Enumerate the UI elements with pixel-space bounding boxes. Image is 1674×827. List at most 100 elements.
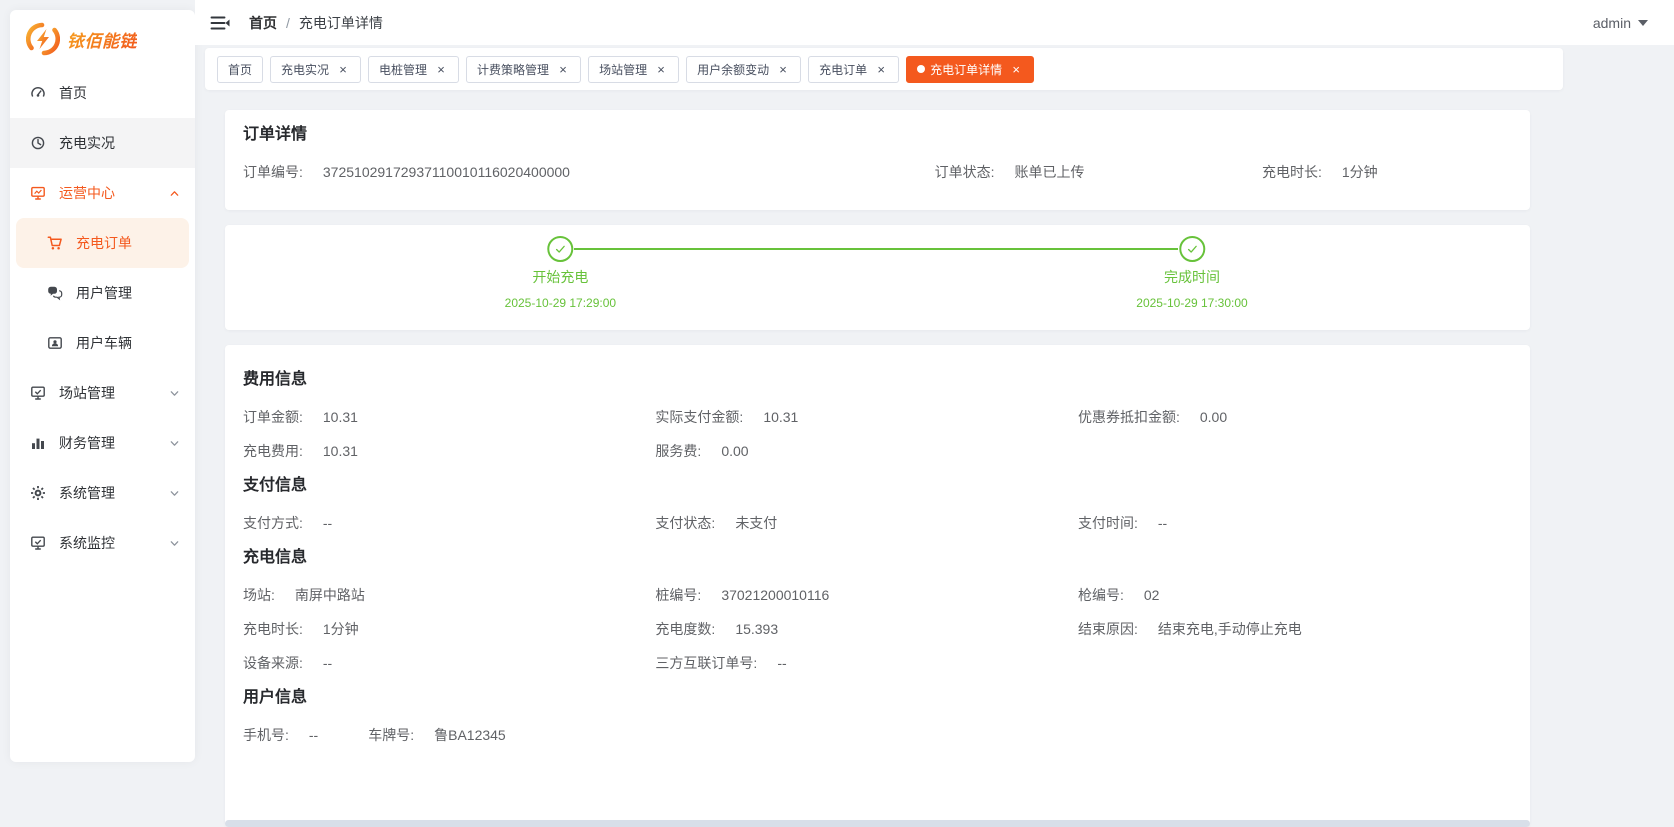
close-icon[interactable]: × — [654, 62, 668, 76]
close-icon[interactable]: × — [776, 62, 790, 76]
sidebar-item-user-management[interactable]: 用户管理 — [10, 268, 195, 318]
chevron-up-icon — [169, 188, 180, 199]
field-label: 枪编号: — [1077, 587, 1124, 603]
tab-label: 充电订单 — [819, 62, 868, 77]
monitor-check-icon — [30, 535, 46, 551]
step-time: 2025-10-29 17:30:00 — [1136, 296, 1248, 310]
order-field: 订单状态: 账单已上传 — [935, 162, 1262, 182]
field-row: 充电时长: 1分钟 充电度数: 15.393 结束原因: 结束充电,手动停止充电 — [243, 619, 1512, 640]
user-menu[interactable]: admin — [1593, 15, 1648, 31]
field-row: 支付方式: -- 支付状态: 未支付 支付时间: -- — [243, 513, 1512, 534]
tab-charging-orders[interactable]: 充电订单 × — [808, 55, 900, 83]
close-icon[interactable]: × — [874, 62, 888, 76]
field: 桩编号: 37021200010116 — [655, 585, 1078, 606]
tab-balance-changes[interactable]: 用户余额变动 × — [686, 55, 802, 83]
tab-pile-management[interactable]: 电桩管理 × — [368, 55, 460, 83]
sidebar-item-finance-management[interactable]: 财务管理 — [10, 418, 195, 468]
close-icon[interactable]: × — [556, 62, 570, 76]
tab-billing-strategy[interactable]: 计费策略管理 × — [466, 55, 582, 83]
field-label: 订单金额: — [243, 409, 303, 425]
field-value: 37251029172937110010116020400000 — [322, 164, 570, 180]
tab-station-management[interactable]: 场站管理 × — [588, 55, 680, 83]
field: 车牌号: 鲁BA12345 — [368, 725, 506, 746]
field-label: 服务费: — [655, 443, 702, 459]
tab-label: 场站管理 — [599, 62, 648, 77]
field-label: 支付状态: — [655, 515, 716, 531]
sidebar-menu: 首页充电实况运营中心 充电订单用户管理用户车辆 场站管理 财务管理系统管理系统监控 — [10, 66, 195, 568]
order-fields: 订单编号: 37251029172937110010116020400000 订单状… — [243, 162, 1512, 182]
sidebar-item-operations-center[interactable]: 运营中心 — [10, 168, 195, 218]
field-label: 三方互联订单号: — [655, 655, 758, 671]
close-icon[interactable]: × — [1009, 62, 1023, 76]
close-icon[interactable]: × — [336, 62, 350, 76]
breadcrumb: 首页 / 充电订单详情 — [249, 13, 383, 33]
field-value: 10.31 — [763, 409, 799, 425]
users-chat-icon — [47, 285, 63, 301]
timeline-card: 开始充电 2025-10-29 17:29:00 完成时间 2025-10-29 17… — [225, 225, 1530, 330]
sidebar-item-home[interactable]: 首页 — [10, 68, 195, 118]
field-label: 桩编号: — [655, 587, 702, 603]
field: 枪编号: 02 — [1078, 585, 1512, 606]
sidebar-item-charging-live[interactable]: 充电实况 — [10, 118, 195, 168]
field-label: 设备来源: — [243, 655, 303, 671]
bar-chart-icon — [30, 435, 46, 451]
live-status-icon — [30, 135, 46, 151]
detail-section-1: 支付信息 支付方式: -- 支付状态: 未支付 支付时间: -- — [243, 475, 1512, 534]
sidebar-item-charging-orders[interactable]: 充电订单 — [16, 218, 189, 268]
field-label: 场站: — [243, 587, 275, 603]
section-title: 费用信息 — [243, 371, 308, 388]
tab-label: 电桩管理 — [379, 62, 428, 77]
station-monitor-icon — [30, 385, 46, 401]
tab-home[interactable]: 首页 — [217, 55, 264, 83]
field-value: 结束充电,手动停止充电 — [1157, 621, 1302, 637]
field-value: 0.00 — [721, 443, 749, 459]
field-value: 南屏中路站 — [294, 587, 365, 603]
collapse-sidebar-icon[interactable] — [210, 15, 230, 31]
field-value: 1分钟 — [1341, 164, 1378, 180]
timeline-step: 开始充电 2025-10-29 17:29:00 — [505, 236, 616, 310]
tab-label: 首页 — [228, 62, 253, 77]
detail-section-2: 充电信息场站: 南屏中路站 桩编号: 37021200010116 枪编号: 02 充电时长… — [243, 547, 1512, 674]
field-row: 设备来源: -- 三方互联订单号: -- — [243, 653, 1512, 674]
field-label: 支付时间: — [1077, 515, 1138, 531]
tab-label: 充电实况 — [281, 62, 330, 77]
detail-section-0: 费用信息 订单金额: 10.31 实际支付金额: 10.31 优惠券抵扣金额: 0.00 充电… — [243, 369, 1512, 462]
field-label: 实际支付金额: — [655, 409, 744, 425]
field-value: -- — [777, 655, 787, 671]
section-title: 充电信息 — [243, 549, 308, 566]
field: 实际支付金额: 10.31 — [655, 407, 1078, 428]
field-value: -- — [1157, 515, 1168, 531]
detail-section-3: 用户信息 手机号: -- 车牌号: 鲁BA12345 — [243, 687, 1512, 746]
tab-order-detail[interactable]: 充电订单详情 × — [906, 55, 1035, 83]
step-check-circle — [547, 236, 574, 262]
sidebar-item-label: 用户管理 — [76, 285, 132, 301]
step-time: 2025-10-29 17:29:00 — [504, 296, 617, 310]
caret-down-icon — [1638, 19, 1648, 26]
tab-charging-live[interactable]: 充电实况 × — [270, 55, 362, 83]
check-icon — [553, 242, 567, 256]
field-label: 充电度数: — [655, 621, 716, 637]
breadcrumb-home[interactable]: 首页 — [249, 13, 277, 33]
sidebar-item-system-monitoring[interactable]: 系统监控 — [10, 518, 195, 568]
sidebar-item-label: 充电实况 — [59, 135, 115, 151]
detail-card: 费用信息 订单金额: 10.31 实际支付金额: 10.31 优惠券抵扣金额: 0.00 充电… — [225, 345, 1530, 827]
top-header: 首页 / 充电订单详情 admin — [195, 0, 1674, 45]
user-name: admin — [1592, 14, 1631, 31]
field-value: 10.31 — [322, 443, 358, 459]
tab-label: 充电订单详情 — [930, 62, 1003, 77]
tabs-bar: 首页 充电实况 × 电桩管理 × 计费策略管理 × 场站管理 × 用户余额变动 × 充电订单 × 充电订单… — [205, 48, 1563, 90]
sidebar-item-system-management[interactable]: 系统管理 — [10, 468, 195, 518]
horizontal-scrollbar[interactable] — [225, 820, 1530, 827]
field: 充电时长: 1分钟 — [243, 619, 655, 640]
field-value: 鲁BA12345 — [434, 727, 506, 743]
sidebar: 铱佰能链 首页 充电实况 运营中心 充电订单 用户管理 用户车辆 场站管理 财务管理 系统管理系… — [10, 10, 195, 762]
field-label: 结束原因: — [1077, 621, 1138, 637]
close-icon[interactable]: × — [434, 62, 448, 76]
sidebar-item-user-vehicles[interactable]: 用户车辆 — [10, 318, 195, 368]
field: 手机号: -- — [243, 725, 318, 746]
timeline-steps: 开始充电 2025-10-29 17:29:00 完成时间 2025-10-29 17… — [225, 225, 1530, 330]
sidebar-item-label: 系统管理 — [59, 485, 115, 501]
field: 三方互联订单号: -- — [655, 653, 1078, 674]
sidebar-item-station-management[interactable]: 场站管理 — [10, 368, 195, 418]
field-value: -- — [322, 655, 333, 671]
